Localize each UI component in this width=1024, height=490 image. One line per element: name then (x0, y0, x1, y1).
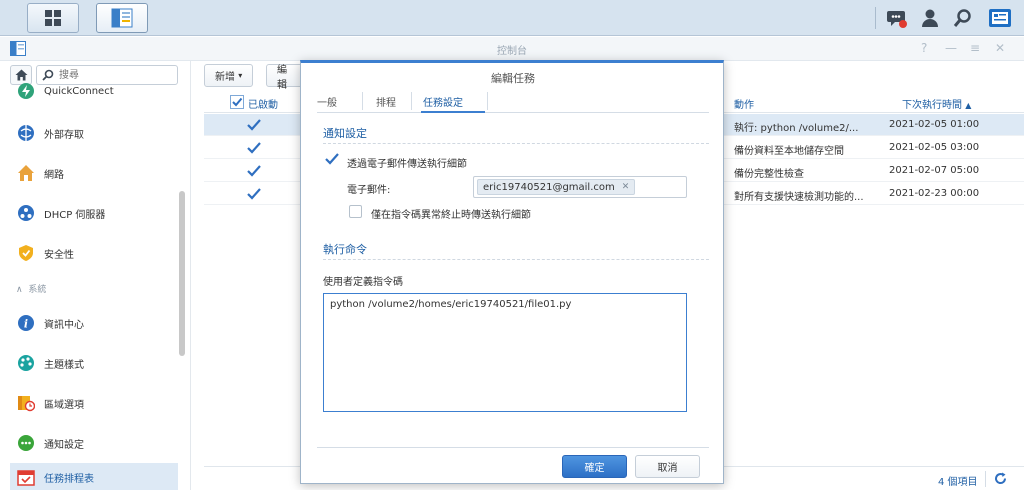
sidebar-item-network[interactable]: 網路 (10, 158, 178, 188)
column-next-run-header[interactable]: 下次執行時間 ▲ (902, 96, 971, 111)
refresh-icon[interactable] (994, 472, 1007, 485)
main-menu-button[interactable] (27, 3, 79, 33)
network-icon (16, 163, 36, 183)
create-button[interactable]: 新增 ▾ (204, 64, 254, 87)
widgets-button[interactable] (986, 6, 1014, 30)
tab-general[interactable]: 一般 (317, 94, 337, 109)
tab-divider (411, 92, 412, 110)
tab-divider (487, 92, 488, 110)
maximize-icon[interactable]: ≡ (970, 41, 980, 55)
search-button[interactable] (951, 6, 975, 30)
window-header: 控制台 ? — ≡ ✕ (0, 37, 1024, 61)
footer-divider (985, 471, 986, 487)
sidebar-item-info-center[interactable]: i 資訊中心 (10, 308, 178, 338)
row-action: 對所有支援快速檢測功能的... (734, 192, 864, 203)
notification-icon (16, 433, 36, 453)
sidebar-item-security[interactable]: 安全性 (10, 238, 178, 268)
sidebar-item-task-scheduler[interactable]: 任務排程表 (10, 463, 178, 490)
row-action: 備份資料至本地儲存空間 (734, 146, 844, 157)
external-access-icon (16, 123, 36, 143)
script-label: 使用者定義指令碼 (323, 277, 403, 288)
row-next-run: 2021-02-05 03:00 (889, 142, 980, 153)
minimize-icon[interactable]: — (945, 41, 957, 55)
notify-section-title: 通知設定 (323, 127, 367, 140)
header-checkbox-checked-icon[interactable] (230, 95, 244, 109)
chevron-up-icon: ∧ (16, 285, 23, 295)
control-panel-taskbar-button[interactable] (96, 3, 148, 33)
window-title: 控制台 (497, 46, 527, 57)
taskbar-divider (875, 7, 876, 29)
section-divider (323, 259, 709, 260)
dialog-title: 編輯任務 (491, 72, 535, 85)
row-checkbox-checked-icon[interactable] (247, 164, 261, 178)
quickconnect-icon (16, 81, 36, 101)
row-checkbox-checked-icon[interactable] (247, 187, 261, 201)
dhcp-server-icon (16, 203, 36, 223)
remove-email-icon[interactable]: ✕ (622, 182, 630, 192)
sidebar-item-theme[interactable]: 主題樣式 (10, 348, 178, 378)
help-icon[interactable]: ? (921, 41, 927, 55)
regional-options-icon (16, 393, 36, 413)
edit-task-dialog: 編輯任務 一般 排程 任務設定 通知設定 透過電子郵件傳送執行細節 電子郵件: … (300, 60, 724, 484)
svg-text:i: i (24, 318, 28, 331)
row-checkbox-checked-icon[interactable] (247, 141, 261, 155)
ok-button[interactable]: 確定 (562, 455, 627, 478)
abnormal-only-checkbox[interactable] (349, 205, 362, 218)
sidebar-scrollbar[interactable] (179, 191, 185, 356)
column-action-header[interactable]: 動作 (734, 96, 754, 111)
abnormal-only-label: 僅在指令碼異常終止時傳送執行細節 (371, 210, 531, 221)
sidebar-item-regional-options[interactable]: 區域選項 (10, 388, 178, 418)
send-email-label: 透過電子郵件傳送執行細節 (347, 159, 467, 170)
row-checkbox-checked-icon[interactable] (247, 118, 261, 132)
cancel-button[interactable]: 取消 (635, 455, 700, 478)
tab-schedule[interactable]: 排程 (376, 94, 396, 109)
sidebar: QuickConnect 外部存取 網路 DHCP 伺服器 安全性 ∧ 系統 i… (0, 61, 191, 490)
close-icon[interactable]: ✕ (995, 41, 1005, 55)
sidebar-section-system[interactable]: ∧ 系統 (16, 282, 46, 295)
taskbar (0, 0, 1024, 36)
dialog-tabs: 一般 排程 任務設定 (317, 89, 709, 113)
info-center-icon: i (16, 313, 36, 333)
script-textarea[interactable]: python /volume2/homes/eric19740521/file0… (323, 293, 687, 412)
row-action: 執行: python /volume2/... (734, 123, 859, 134)
widgets-icon (989, 9, 1011, 27)
sidebar-item-quickconnect[interactable]: QuickConnect (10, 78, 178, 104)
notification-chat-icon (887, 11, 907, 28)
row-next-run: 2021-02-07 05:00 (889, 165, 980, 176)
task-scheduler-icon (16, 467, 36, 487)
sort-asc-icon: ▲ (965, 101, 972, 110)
column-enabled-header[interactable]: 已啟動 (248, 96, 278, 111)
item-count: 4 個項目 (938, 477, 978, 488)
run-command-section-title: 執行命令 (323, 243, 367, 256)
notifications-button[interactable] (885, 6, 909, 30)
security-shield-icon (16, 243, 36, 263)
email-field[interactable]: eric19740521@gmail.com ✕ (473, 176, 687, 198)
email-label: 電子郵件: (347, 185, 391, 196)
row-action: 備份完整性檢查 (734, 169, 804, 180)
row-next-run: 2021-02-05 01:00 (889, 119, 980, 130)
caret-down-icon: ▾ (238, 71, 243, 80)
search-icon (953, 9, 971, 27)
tab-divider (362, 92, 363, 110)
user-button[interactable] (918, 6, 942, 30)
sidebar-item-dhcp-server[interactable]: DHCP 伺服器 (10, 198, 178, 228)
apps-grid-icon (45, 10, 61, 26)
theme-palette-icon (16, 353, 36, 373)
sidebar-item-notification[interactable]: 通知設定 (10, 428, 178, 458)
send-email-checkbox-checked-icon[interactable] (325, 152, 339, 166)
row-next-run: 2021-02-23 00:00 (889, 188, 980, 199)
section-divider (323, 143, 709, 144)
dialog-footer-divider (317, 447, 709, 448)
active-tab-indicator (421, 111, 485, 113)
user-icon (922, 9, 938, 27)
control-panel-icon (111, 8, 133, 28)
email-tag: eric19740521@gmail.com ✕ (477, 179, 636, 195)
sidebar-item-external-access[interactable]: 外部存取 (10, 118, 178, 148)
tab-task-settings[interactable]: 任務設定 (423, 94, 463, 109)
